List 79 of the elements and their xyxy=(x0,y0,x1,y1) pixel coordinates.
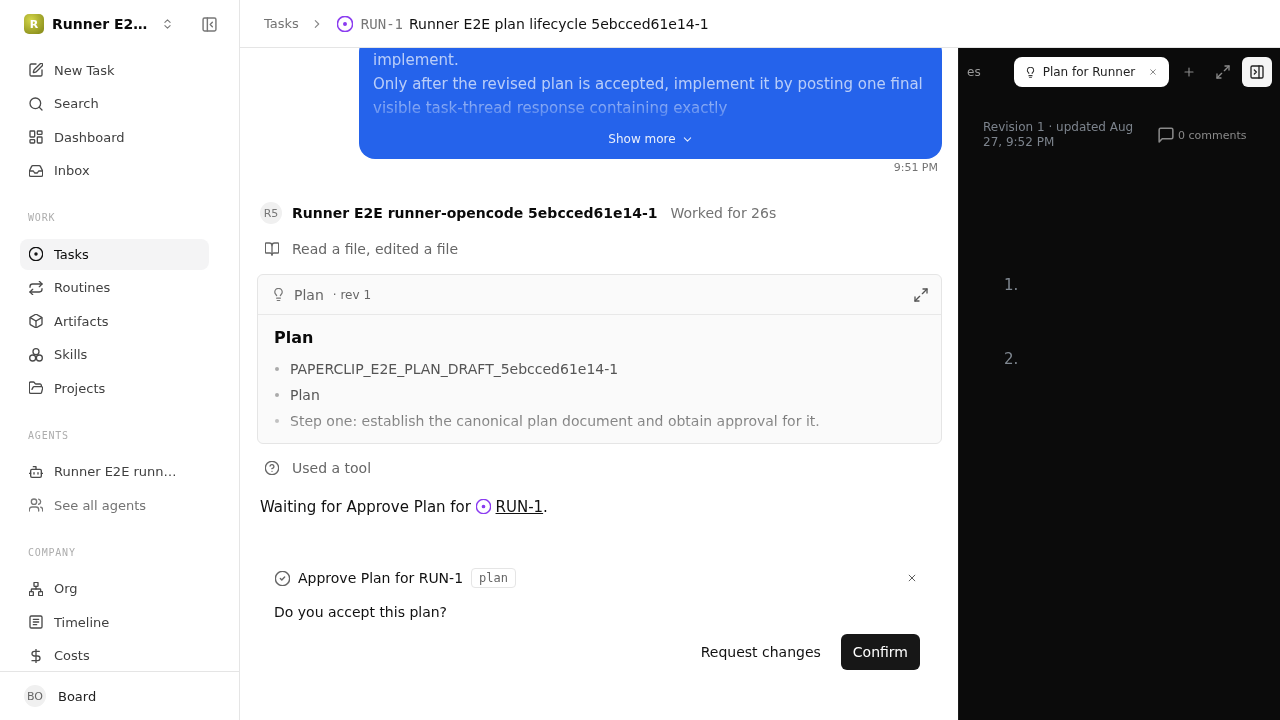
nav-item[interactable]: New Task xyxy=(20,54,209,86)
activity-summary[interactable]: Used a tool xyxy=(292,460,372,476)
task-title: Runner E2E plan lifecycle 5ebcced61e14-1 xyxy=(409,15,709,32)
nav-item[interactable]: Routines xyxy=(20,272,209,303)
approval-type-tag: plan xyxy=(471,568,516,588)
nav-item[interactable]: See all agents xyxy=(20,489,209,521)
list-number: 2. xyxy=(1004,349,1020,370)
pencil-square-icon xyxy=(29,63,43,77)
workspace-name[interactable]: Runner E2… xyxy=(52,16,148,32)
nav-item[interactable]: Artifacts xyxy=(20,305,209,337)
nav-item[interactable]: Timeline xyxy=(20,606,209,638)
confirm-button[interactable]: Confirm xyxy=(840,634,920,670)
nav-item[interactable]: Runner E2E runn… xyxy=(20,456,209,487)
waiting-message: Waiting for Approve Plan for RUN-1. xyxy=(259,497,549,518)
panel-left-icon[interactable] xyxy=(202,16,217,32)
request-changes-button[interactable]: Request changes xyxy=(689,634,832,670)
section-label: COMPANY xyxy=(28,546,76,559)
nav-item[interactable]: Skills xyxy=(20,339,209,370)
folder-icon xyxy=(29,381,43,395)
inbox-tray-icon xyxy=(29,163,43,178)
show-more-button[interactable]: Show more xyxy=(604,126,697,152)
lightbulb-icon xyxy=(272,288,285,301)
agent-avatar: R5 xyxy=(260,202,282,224)
chevrons-up-down-icon[interactable] xyxy=(162,18,173,30)
panel-tab[interactable]: Plan for Runner xyxy=(1013,57,1170,87)
users-icon xyxy=(29,498,43,512)
plan-card-title: Plan xyxy=(294,286,324,303)
close-icon[interactable] xyxy=(907,573,917,583)
nav-item[interactable]: Inbox xyxy=(20,155,209,186)
lightbulb-icon xyxy=(1024,66,1036,78)
approval-title: Approve Plan for RUN-1 xyxy=(298,570,464,586)
expand-icon[interactable] xyxy=(914,287,928,302)
panel-tab[interactable]: es xyxy=(967,65,981,79)
bullet-dot-icon xyxy=(275,367,279,371)
user-name[interactable]: Board xyxy=(58,688,97,704)
nav-item[interactable]: Search xyxy=(20,88,209,119)
bullet-dot-icon xyxy=(275,393,279,397)
revision-info: Revision 1 · updated Aug 27, 9:52 PM xyxy=(983,120,1135,150)
plus-icon[interactable] xyxy=(1183,66,1196,78)
breadcrumb-link[interactable]: Tasks xyxy=(264,16,299,31)
nav-item[interactable]: Costs xyxy=(20,640,209,671)
section-label: AGENTS xyxy=(28,429,69,442)
robot-icon xyxy=(29,464,43,479)
section-label: WORK xyxy=(28,212,56,224)
panel-toggle-button[interactable] xyxy=(1242,57,1273,87)
list-number: 1. xyxy=(1004,275,1020,296)
task-id: RUN-1 xyxy=(360,15,403,32)
bullet-dot-icon xyxy=(275,419,279,423)
agent-name[interactable]: Runner E2E runner-opencode 5ebcced61e14-1 xyxy=(292,205,658,221)
revision-label: · rev 1 xyxy=(332,287,372,302)
comment-icon xyxy=(1158,127,1174,143)
nav-item[interactable]: Dashboard xyxy=(20,121,209,153)
message-text: implement. Only after the revised plan is accepted, implement it by posting one final visible task-thread response containing exactly xyxy=(373,50,924,119)
run-duration: Worked for 26s xyxy=(670,205,777,221)
user-avatar[interactable]: BO xyxy=(24,685,46,707)
nav-item[interactable]: Org xyxy=(20,573,209,604)
comments-button[interactable]: 0 comments xyxy=(1158,127,1247,143)
expand-icon[interactable] xyxy=(1216,65,1231,79)
plan-bullet: Step one: establish the canonical plan document and obtain approval for it. xyxy=(290,413,820,429)
list-square-icon xyxy=(29,615,43,629)
activity-summary[interactable]: Read a file, edited a file xyxy=(292,241,459,257)
panel-right-icon xyxy=(1250,65,1265,79)
book-icon xyxy=(265,242,279,256)
plan-bullet: Plan xyxy=(290,387,320,403)
hierarchy-icon xyxy=(29,581,43,596)
plan-bullet: PAPERCLIP_E2E_PLAN_DRAFT_5ebcced61e14-1 xyxy=(290,361,619,377)
cube-icon xyxy=(29,314,43,328)
repeat-icon xyxy=(29,280,43,295)
plan-heading: Plan xyxy=(274,327,315,349)
nav-item[interactable]: Projects xyxy=(20,372,209,404)
nav-item[interactable]: Tasks xyxy=(20,238,209,270)
circles-icon xyxy=(29,347,43,362)
task-link[interactable]: RUN-1 xyxy=(495,498,544,516)
message-time: 9:51 PM xyxy=(893,161,938,175)
close-icon[interactable] xyxy=(1149,68,1158,76)
approval-question: Do you accept this plan? xyxy=(274,603,449,622)
grid-icon xyxy=(29,130,43,144)
search-icon xyxy=(29,96,43,111)
dollar-icon xyxy=(29,648,43,663)
